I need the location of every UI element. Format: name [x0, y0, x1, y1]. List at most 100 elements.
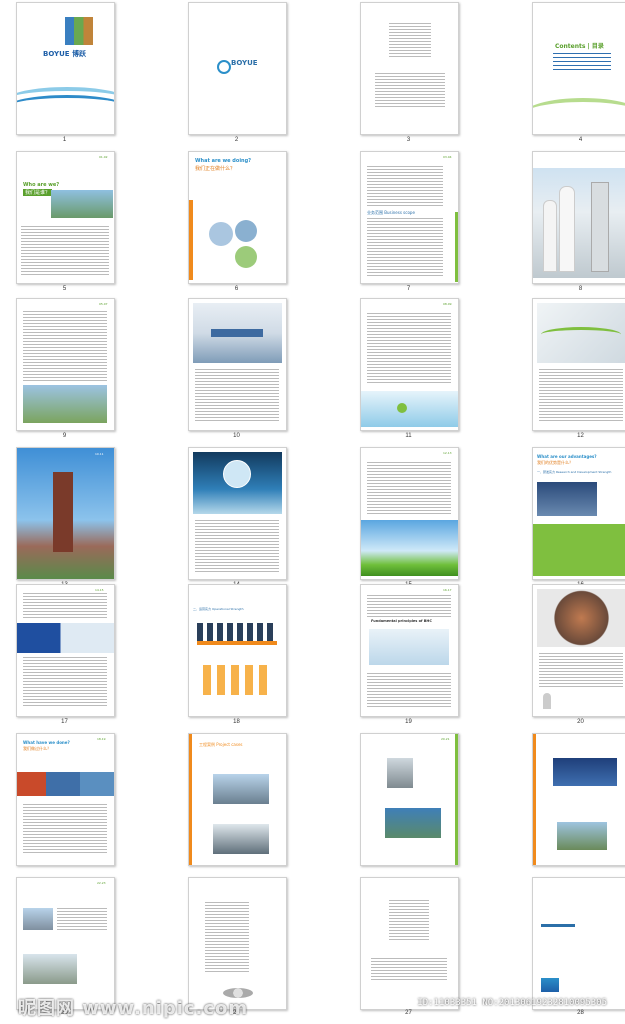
- green-panel: [533, 524, 625, 576]
- page-thumbnail[interactable]: Contents | 目录: [532, 2, 625, 135]
- page-number: 8: [578, 286, 583, 292]
- plant-photo: [385, 808, 441, 838]
- section-title: 一、研发实力 Research and Development Strength: [537, 470, 612, 474]
- photo-strip: [17, 772, 114, 796]
- page-thumbnail[interactable]: 10.11: [16, 447, 115, 580]
- page-number: 2: [234, 137, 239, 143]
- water-splash-image: [361, 391, 458, 427]
- page-photo: [51, 190, 113, 218]
- brand-logo: BOYUE 博跃: [43, 50, 87, 58]
- orange-sidebar: [189, 200, 193, 280]
- page-number: 3: [406, 137, 411, 143]
- page-index: 22.23: [97, 881, 106, 885]
- cover-photo-grid: [65, 17, 93, 45]
- screen-photo: [553, 758, 617, 786]
- circle-photo: [235, 246, 257, 268]
- circle-photo: [235, 220, 257, 242]
- green-drop: [397, 403, 407, 413]
- circle-photo: [209, 222, 233, 246]
- text-block: [367, 595, 451, 617]
- text-block: [23, 804, 107, 854]
- building-photo: [23, 908, 53, 930]
- page-index: 10.11: [95, 452, 104, 456]
- page-index: 20.21: [441, 737, 450, 741]
- orange-bar: [197, 641, 277, 645]
- page-number: 10: [233, 433, 240, 439]
- page-number: 18: [233, 719, 240, 725]
- text-block: [367, 462, 451, 516]
- page-subheading: 我们做过什么？: [23, 746, 51, 751]
- building-photo: [213, 824, 269, 854]
- page-thumbnail[interactable]: [188, 447, 287, 580]
- page-thumbnail[interactable]: BOYUE: [188, 2, 287, 135]
- team-photo: [537, 482, 597, 516]
- page-thumbnail[interactable]: 01.02 Who are we? 我们是谁？: [16, 151, 115, 284]
- page-thumbnail[interactable]: [188, 298, 287, 431]
- tower-shape: [53, 472, 73, 552]
- page-number: 28: [577, 1010, 584, 1016]
- text-block: [205, 902, 249, 974]
- process-diagram: [369, 629, 449, 665]
- building-photo: [213, 774, 269, 804]
- text-block: [195, 520, 279, 572]
- page-thumbnail[interactable]: 14.15: [16, 584, 115, 717]
- text-block: [367, 166, 443, 206]
- page-thumbnail[interactable]: [532, 584, 625, 717]
- text-block: [367, 218, 443, 276]
- page-thumbnail[interactable]: 16.17 Fundamental principles of BHC: [360, 584, 459, 717]
- page-index: 12.13: [443, 451, 452, 455]
- tower-shape: [591, 182, 609, 272]
- green-sidebar: [455, 212, 458, 282]
- page-thumbnail[interactable]: 03.04 业务范围 Business scope: [360, 151, 459, 284]
- page-thumbnail[interactable]: 08.09: [360, 298, 459, 431]
- contents-list: [553, 53, 611, 71]
- site-watermark: 昵图网 www.nipic.com: [18, 998, 249, 1019]
- page-number: 11: [405, 433, 412, 439]
- text-block: [367, 673, 451, 709]
- page-thumbnail[interactable]: 12.13: [360, 447, 459, 580]
- text-block: [371, 958, 447, 982]
- figure-icon: [543, 693, 551, 709]
- page-thumbnail[interactable]: 20.21: [360, 733, 459, 866]
- building-photo: [23, 954, 77, 984]
- page-thumbnail[interactable]: 工程案例 Project cases: [188, 733, 287, 866]
- green-swoosh: [541, 327, 621, 342]
- page-number: 17: [61, 719, 68, 725]
- page-number: 20: [577, 719, 584, 725]
- page-thumbnail[interactable]: 05.07: [16, 298, 115, 431]
- page-subheading: 我们是谁？: [23, 189, 53, 196]
- text-block: [389, 23, 431, 57]
- page-heading: Who are we?: [23, 182, 60, 188]
- page-index: 18.19: [97, 737, 106, 741]
- page-heading: 工程案例 Project cases: [199, 742, 243, 747]
- page-thumbnail[interactable]: 二、运营实力 Operational Strength: [188, 584, 287, 717]
- page-thumbnail[interactable]: 22.23: [16, 877, 115, 1010]
- page-thumbnail[interactable]: BOYUE 博跃: [16, 2, 115, 135]
- building-photo: [557, 822, 607, 850]
- page-thumbnail[interactable]: What are our advantages? 我们的优势是什么？ 一、研发实…: [532, 447, 625, 580]
- page-index: 16.17: [443, 588, 452, 592]
- text-block: [23, 657, 107, 707]
- tank-shape: [543, 200, 557, 272]
- page-heading: What have we done?: [23, 740, 70, 745]
- page-number: 19: [405, 719, 412, 725]
- people-row: [197, 623, 277, 641]
- page-thumbnail[interactable]: 18.19 What have we done? 我们做过什么？: [16, 733, 115, 866]
- page-thumbnail[interactable]: [360, 2, 459, 135]
- page-number: 7: [406, 286, 411, 292]
- page-index: 05.07: [99, 302, 108, 306]
- page-thumbnail[interactable]: [188, 877, 287, 1010]
- text-block: [539, 653, 623, 689]
- page-thumbnail[interactable]: [532, 877, 625, 1010]
- page-thumbnail[interactable]: [360, 877, 459, 1010]
- page-thumbnail[interactable]: [532, 298, 625, 431]
- page-thumbnail[interactable]: [532, 733, 625, 866]
- text-block: [541, 924, 575, 927]
- page-thumbnail[interactable]: [532, 151, 625, 284]
- hands-photo: [537, 589, 625, 647]
- page-thumbnail[interactable]: What are we doing? 我们正在做什么？: [188, 151, 287, 284]
- page-index: 03.04: [443, 155, 452, 159]
- cover-wave: [17, 95, 114, 120]
- logo-icon: [217, 60, 231, 74]
- sprout-photo: [361, 520, 458, 576]
